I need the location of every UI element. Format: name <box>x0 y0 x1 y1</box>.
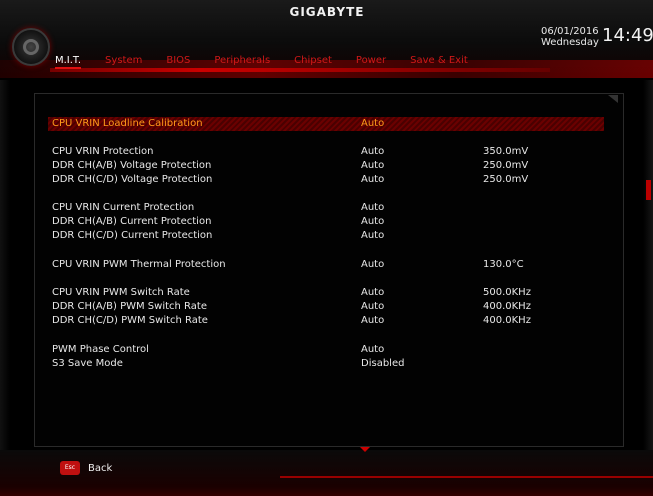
setting-current-reading: 400.0KHz <box>483 301 531 312</box>
scroll-down-arrow-icon[interactable] <box>360 447 370 452</box>
setting-value[interactable]: Auto <box>361 300 384 314</box>
setting-label: CPU VRIN PWM Thermal Protection <box>52 259 226 270</box>
setting-current-reading: 130.0°C <box>483 259 524 270</box>
tab-peripherals[interactable]: Peripherals <box>214 55 270 69</box>
setting-row-ddr-ab-voltage-protection[interactable]: DDR CH(A/B) Voltage Protection Auto 250.… <box>48 159 604 173</box>
setting-row-ddr-cd-pwm-switch-rate[interactable]: DDR CH(C/D) PWM Switch Rate Auto 400.0KH… <box>48 314 604 328</box>
setting-current-reading: 500.0KHz <box>483 287 531 298</box>
setting-row-cpu-vrin-current-protection[interactable]: CPU VRIN Current Protection Auto <box>48 201 604 215</box>
date-display: 06/01/2016 Wednesday <box>541 26 599 48</box>
setting-label: DDR CH(C/D) PWM Switch Rate <box>52 315 208 326</box>
weekday-text: Wednesday <box>541 37 599 48</box>
setting-value[interactable]: Auto <box>361 159 384 173</box>
setting-value[interactable]: Auto <box>361 286 384 300</box>
setting-row-cpu-vrin-pwm-thermal-protection[interactable]: CPU VRIN PWM Thermal Protection Auto 130… <box>48 258 604 272</box>
setting-value[interactable]: Auto <box>361 117 384 131</box>
setting-row-cpu-vrin-protection[interactable]: CPU VRIN Protection Auto 350.0mV <box>48 145 604 159</box>
setting-value[interactable]: Auto <box>361 314 384 328</box>
setting-value[interactable]: Auto <box>361 201 384 215</box>
setting-row-ddr-ab-current-protection[interactable]: DDR CH(A/B) Current Protection Auto <box>48 215 604 229</box>
setting-label: DDR CH(A/B) PWM Switch Rate <box>52 301 207 312</box>
gear-icon <box>12 28 50 66</box>
setting-current-reading: 250.0mV <box>483 160 529 171</box>
setting-label: CPU VRIN Current Protection <box>52 202 195 213</box>
setting-value[interactable]: Auto <box>361 215 384 229</box>
setting-current-reading: 350.0mV <box>483 146 529 157</box>
back-label: Back <box>88 462 113 474</box>
main-tabs: M.I.T. System BIOS Peripherals Chipset P… <box>55 55 492 69</box>
setting-label: DDR CH(A/B) Current Protection <box>52 216 212 227</box>
setting-current-reading: 250.0mV <box>483 174 529 185</box>
setting-label: DDR CH(C/D) Voltage Protection <box>52 174 213 185</box>
setting-value[interactable]: Disabled <box>361 357 404 371</box>
setting-label: PWM Phase Control <box>52 344 149 355</box>
setting-row-cpu-vrin-pwm-switch-rate[interactable]: CPU VRIN PWM Switch Rate Auto 500.0KHz <box>48 286 604 300</box>
setting-row-pwm-phase-control[interactable]: PWM Phase Control Auto <box>48 343 604 357</box>
setting-current-reading: 400.0KHz <box>483 315 531 326</box>
setting-value[interactable]: Auto <box>361 343 384 357</box>
setting-value[interactable]: Auto <box>361 229 384 243</box>
brand-logo: GIGABYTE <box>289 5 365 19</box>
date-text: 06/01/2016 <box>541 26 599 37</box>
tab-bios[interactable]: BIOS <box>166 55 190 69</box>
right-rail <box>643 80 653 460</box>
setting-label: CPU VRIN Loadline Calibration <box>52 118 203 129</box>
left-rail <box>0 80 10 460</box>
right-rail-arrow-icon <box>646 180 651 200</box>
clock-time: 14:49 <box>602 25 653 46</box>
footer-accent-line <box>280 476 653 478</box>
setting-value[interactable]: Auto <box>361 145 384 159</box>
tab-save-exit[interactable]: Save & Exit <box>410 55 468 69</box>
tab-power[interactable]: Power <box>356 55 386 69</box>
setting-row-ddr-ab-pwm-switch-rate[interactable]: DDR CH(A/B) PWM Switch Rate Auto 400.0KH… <box>48 300 604 314</box>
setting-label: CPU VRIN PWM Switch Rate <box>52 287 190 298</box>
setting-label: S3 Save Mode <box>52 358 123 369</box>
setting-label: DDR CH(C/D) Current Protection <box>52 230 213 241</box>
setting-value[interactable]: Auto <box>361 173 384 187</box>
tab-mit[interactable]: M.I.T. <box>55 55 82 69</box>
tab-system[interactable]: System <box>105 55 142 69</box>
setting-value[interactable]: Auto <box>361 258 384 272</box>
setting-label: DDR CH(A/B) Voltage Protection <box>52 160 212 171</box>
setting-row-ddr-cd-current-protection[interactable]: DDR CH(C/D) Current Protection Auto <box>48 229 604 243</box>
setting-row-ddr-cd-voltage-protection[interactable]: DDR CH(C/D) Voltage Protection Auto 250.… <box>48 173 604 187</box>
esc-key-icon: Esc <box>60 461 80 475</box>
setting-label: CPU VRIN Protection <box>52 146 154 157</box>
setting-row-s3-save-mode[interactable]: S3 Save Mode Disabled <box>48 357 604 371</box>
back-button[interactable]: Esc Back <box>60 456 150 480</box>
tab-chipset[interactable]: Chipset <box>294 55 332 69</box>
setting-row-cpu-vrin-loadline-calibration[interactable]: CPU VRIN Loadline Calibration Auto <box>48 117 604 131</box>
